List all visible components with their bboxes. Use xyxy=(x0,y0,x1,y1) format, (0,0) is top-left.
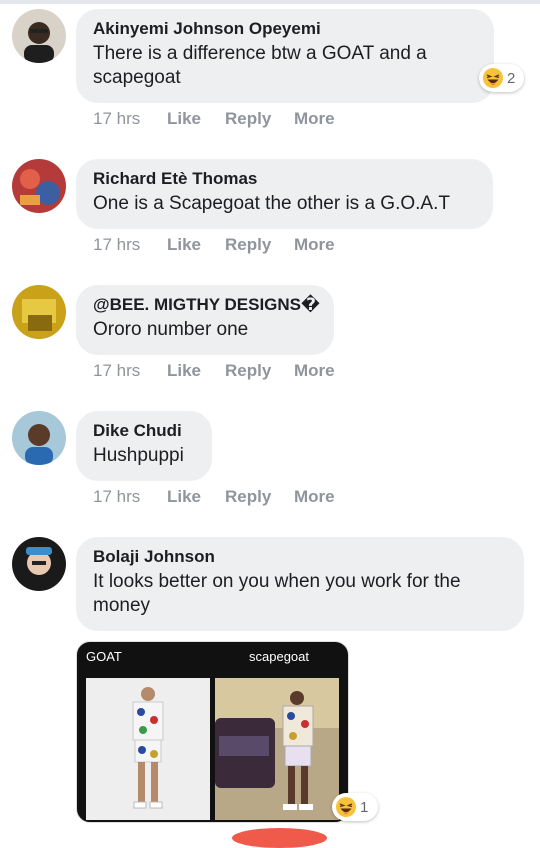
reply-button[interactable]: Reply xyxy=(225,487,271,507)
comment-author[interactable]: Richard Etè Thomas xyxy=(93,168,475,190)
comment-bubble[interactable]: Bolaji Johnson It looks better on you wh… xyxy=(76,537,524,631)
comment-bubble[interactable]: Dike Chudi Hushpuppi xyxy=(76,411,212,481)
comment-time[interactable]: 17 hrs xyxy=(93,235,140,255)
reaction-count: 1 xyxy=(360,798,369,816)
comment-author[interactable]: Akinyemi Johnson Opeyemi xyxy=(93,18,476,40)
bottom-floating-button[interactable] xyxy=(232,828,327,848)
laughing-emoji-icon xyxy=(483,68,503,88)
reply-button[interactable]: Reply xyxy=(225,109,271,129)
goat-photo xyxy=(86,678,210,820)
attachment-label-left: GOAT xyxy=(86,649,122,664)
comment-time[interactable]: 17 hrs xyxy=(93,487,140,507)
reaction-badge[interactable]: 2 xyxy=(479,64,524,92)
reaction-count: 2 xyxy=(507,69,516,87)
like-button[interactable]: Like xyxy=(167,487,201,507)
scapegoat-photo xyxy=(215,678,339,820)
comment-text: One is a Scapegoat the other is a G.O.A.… xyxy=(93,193,450,214)
comment-bubble[interactable]: Richard Etè Thomas One is a Scapegoat th… xyxy=(76,159,493,229)
reply-button[interactable]: Reply xyxy=(225,361,271,381)
comment-author[interactable]: Dike Chudi xyxy=(93,420,194,442)
like-button[interactable]: Like xyxy=(167,235,201,255)
avatar[interactable] xyxy=(12,9,66,63)
comment-author[interactable]: Bolaji Johnson xyxy=(93,546,506,568)
attachment-image[interactable]: GOAT scapegoat xyxy=(76,641,349,823)
comment-text: Hushpuppi xyxy=(93,445,184,466)
reply-button[interactable]: Reply xyxy=(225,235,271,255)
reaction-badge[interactable]: 1 xyxy=(332,793,378,821)
comment-time[interactable]: 17 hrs xyxy=(93,109,140,129)
top-divider xyxy=(0,0,540,4)
comment-text: There is a difference btw a GOAT and a s… xyxy=(93,43,427,88)
avatar[interactable] xyxy=(12,537,66,591)
comment-time[interactable]: 17 hrs xyxy=(93,361,140,381)
more-button[interactable]: More xyxy=(294,361,335,381)
comment-bubble[interactable]: Akinyemi Johnson Opeyemi There is a diff… xyxy=(76,9,494,103)
more-button[interactable]: More xyxy=(294,109,335,129)
comment-text: Ororo number one xyxy=(93,319,249,340)
attachment-label-right: scapegoat xyxy=(249,649,309,664)
more-button[interactable]: More xyxy=(294,487,335,507)
avatar[interactable] xyxy=(12,411,66,465)
avatar[interactable] xyxy=(12,285,66,339)
avatar[interactable] xyxy=(12,159,66,213)
comment-text: It looks better on you when you work for… xyxy=(93,571,461,616)
like-button[interactable]: Like xyxy=(167,361,201,381)
more-button[interactable]: More xyxy=(294,235,335,255)
comment-author[interactable]: @BEE. MIGTHY DESIGNS� xyxy=(93,294,320,316)
laughing-emoji-icon xyxy=(336,797,356,817)
comment-bubble[interactable]: @BEE. MIGTHY DESIGNS� Ororo number one xyxy=(76,285,334,355)
like-button[interactable]: Like xyxy=(167,109,201,129)
